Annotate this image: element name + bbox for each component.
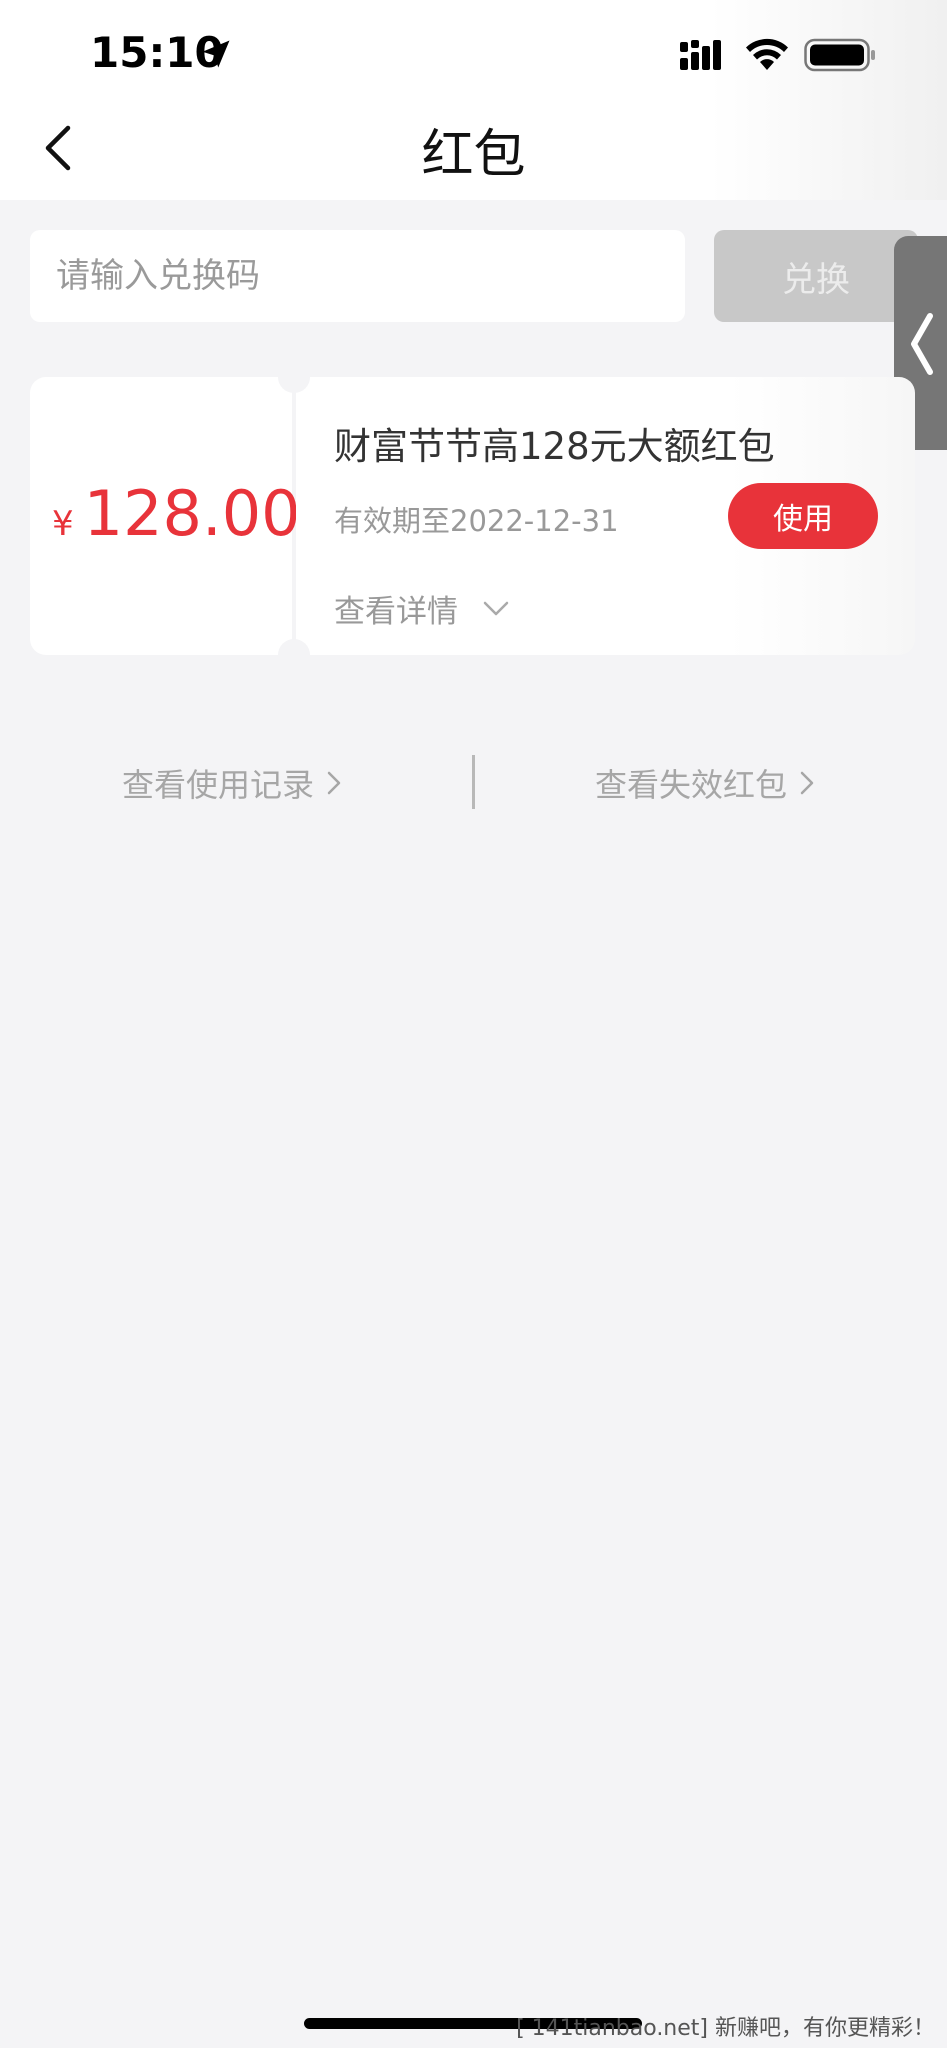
chevron-down-icon xyxy=(483,601,509,615)
battery-icon xyxy=(804,38,875,72)
watermark-text: [ 141tianbao.net] 新赚吧，有你更精彩！ xyxy=(516,2016,935,2041)
coupon-title: 财富节节高128元大额红包 xyxy=(334,425,775,468)
header: 15:10 红包 xyxy=(0,0,947,200)
expired-coupons-label: 查看失效红包 xyxy=(595,766,788,804)
usage-records-label: 查看使用记录 xyxy=(122,766,315,804)
coupon-validity: 有效期至2022-12-31 xyxy=(334,504,619,538)
page-title: 红包 xyxy=(421,125,526,185)
location-arrow-icon xyxy=(202,40,230,68)
currency-symbol: ¥ xyxy=(52,504,74,544)
chevron-right-icon xyxy=(327,771,341,795)
chevron-right-icon xyxy=(800,771,814,795)
view-expired-coupons-link[interactable]: 查看失效红包 xyxy=(595,760,815,806)
view-details-link[interactable]: 查看详情 xyxy=(334,586,510,631)
coupon-notch-bottom xyxy=(278,639,310,671)
chevron-left-icon xyxy=(911,313,933,375)
links-divider xyxy=(472,755,475,809)
view-details-label: 查看详情 xyxy=(334,594,458,630)
redeem-button[interactable]: 兑换 xyxy=(714,230,918,322)
use-button[interactable]: 使用 xyxy=(728,483,878,549)
coupon-amount-panel: ¥128.00 xyxy=(30,377,301,655)
view-usage-records-link[interactable]: 查看使用记录 xyxy=(122,760,342,806)
redeem-code-input[interactable] xyxy=(30,230,685,322)
coupon-amount: ¥128.00 xyxy=(52,477,301,550)
amount-value: 128.00 xyxy=(83,477,301,550)
page: 15:10 红包 兑换 xyxy=(0,0,947,2048)
coupon-notch-top xyxy=(278,361,310,393)
wifi-icon xyxy=(746,38,788,70)
cellular-signal-icon xyxy=(680,40,721,70)
